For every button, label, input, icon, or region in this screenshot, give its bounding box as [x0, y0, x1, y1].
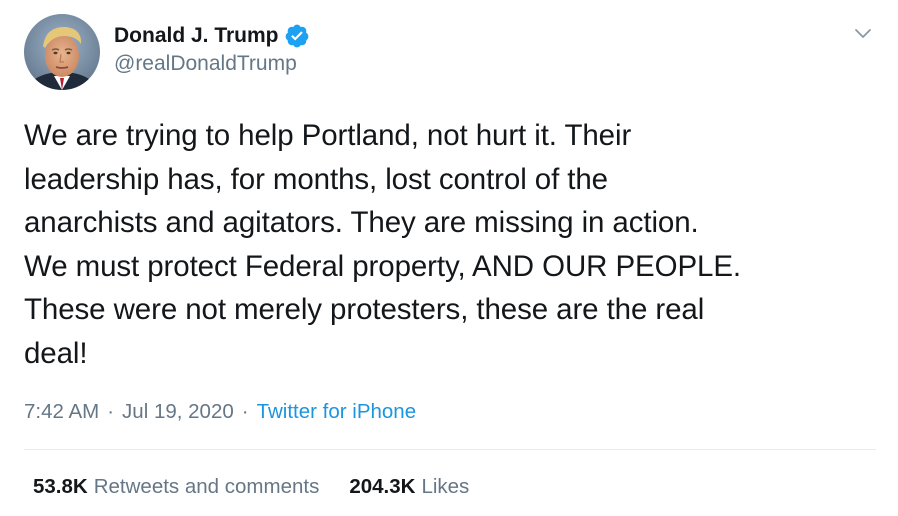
tweet-source-link[interactable]: Twitter for iPhone [257, 400, 417, 424]
author-name-row: Donald J. Trump [114, 22, 310, 50]
divider [24, 449, 876, 450]
tweet-stats: 53.8K Retweets and comments 204.3K Likes [33, 472, 469, 502]
meta-separator: · [241, 400, 249, 423]
author-handle[interactable]: @realDonaldTrump [114, 52, 297, 76]
author-display-name[interactable]: Donald J. Trump [114, 24, 279, 48]
avatar[interactable] [24, 14, 100, 90]
tweet-meta: 7:42 AM · Jul 19, 2020 · Twitter for iPh… [24, 397, 416, 427]
tweet-date[interactable]: Jul 19, 2020 [122, 400, 234, 424]
verified-badge-icon [284, 23, 310, 49]
likes-count: 204.3K [349, 475, 416, 498]
avatar-image [24, 14, 100, 90]
retweets-label: Retweets and comments [93, 475, 320, 498]
tweet-time[interactable]: 7:42 AM [24, 400, 99, 424]
retweets-stat[interactable]: 53.8K Retweets and comments [33, 475, 319, 499]
meta-separator: · [107, 400, 115, 423]
tweet-card: Donald J. Trump @realDonaldTrump We are … [0, 0, 898, 516]
tweet-text: We are trying to help Portland, not hurt… [24, 119, 742, 370]
chevron-down-icon[interactable] [850, 20, 876, 46]
likes-stat[interactable]: 204.3K Likes [349, 475, 469, 499]
retweets-count: 53.8K [33, 475, 88, 498]
likes-label: Likes [421, 475, 470, 498]
